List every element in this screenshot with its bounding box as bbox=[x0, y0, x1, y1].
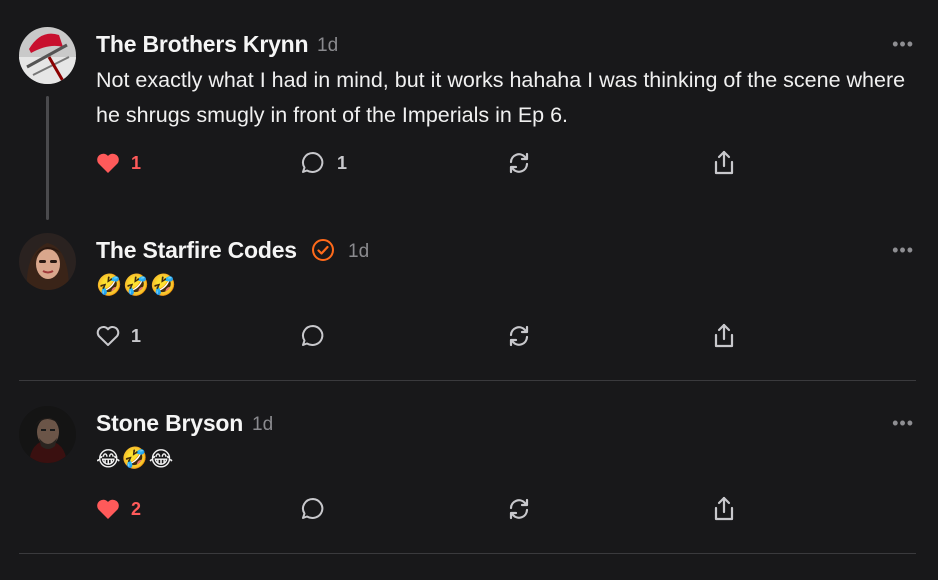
share-button[interactable] bbox=[711, 321, 737, 351]
like-count: 2 bbox=[131, 498, 142, 519]
comment-bubble-icon bbox=[302, 325, 324, 346]
timestamp[interactable]: 1d bbox=[348, 241, 369, 263]
more-options-button[interactable]: ••• bbox=[892, 35, 914, 53]
more-options-button[interactable]: ••• bbox=[892, 241, 914, 259]
red-helmet-avatar-icon bbox=[19, 27, 76, 84]
reply-button[interactable] bbox=[300, 321, 337, 351]
avatar[interactable] bbox=[19, 406, 76, 463]
restack-button[interactable] bbox=[506, 148, 532, 178]
author-name[interactable]: The Starfire Codes bbox=[96, 237, 297, 264]
author-name[interactable]: Stone Bryson bbox=[96, 410, 243, 437]
divider bbox=[19, 553, 916, 554]
comment-text: Not exactly what I had in mind, but it w… bbox=[96, 68, 906, 127]
share-button[interactable] bbox=[711, 148, 737, 178]
rofl-emoji: 🤣 bbox=[123, 274, 150, 297]
restack-icon bbox=[509, 325, 529, 347]
comment-bubble-icon bbox=[302, 152, 324, 173]
reply-button[interactable]: 1 bbox=[300, 148, 347, 178]
action-bar: 1 bbox=[0, 321, 938, 351]
rofl-emoji: 🤣 bbox=[96, 274, 123, 297]
action-bar: 2 bbox=[0, 494, 938, 524]
like-button[interactable]: 1 bbox=[96, 148, 141, 178]
share-icon bbox=[714, 323, 734, 348]
comment-text: 😂 🤣 😂 bbox=[96, 447, 173, 472]
avatar[interactable] bbox=[19, 27, 76, 84]
more-options-button[interactable]: ••• bbox=[892, 414, 914, 432]
author-name[interactable]: The Brothers Krynn bbox=[96, 31, 309, 58]
rofl-emoji: 🤣 bbox=[150, 274, 177, 297]
restack-button[interactable] bbox=[506, 321, 532, 351]
divider bbox=[19, 380, 916, 381]
comment-bubble-icon bbox=[302, 498, 324, 519]
timestamp[interactable]: 1d bbox=[252, 414, 273, 436]
like-button[interactable]: 1 bbox=[96, 321, 141, 351]
share-icon bbox=[714, 150, 734, 175]
like-count: 1 bbox=[131, 152, 142, 173]
reply-count: 1 bbox=[337, 152, 348, 173]
comment-feed: The Brothers Krynn 1d ••• Not exactly wh… bbox=[0, 0, 938, 580]
heart-filled-icon bbox=[97, 153, 119, 173]
avatar[interactable] bbox=[19, 233, 76, 290]
rofl-emoji: 🤣 bbox=[121, 447, 148, 470]
joy-emoji: 😂 bbox=[96, 448, 121, 471]
action-bar: 1 1 bbox=[0, 148, 938, 178]
share-icon bbox=[714, 496, 734, 521]
reply-button[interactable] bbox=[300, 494, 337, 524]
comment-text: 🤣 🤣 🤣 bbox=[96, 274, 176, 298]
verified-badge-icon bbox=[312, 239, 334, 261]
heart-filled-icon bbox=[97, 499, 119, 519]
heart-outline-icon bbox=[96, 325, 120, 346]
dark-portrait-avatar-icon bbox=[19, 406, 76, 463]
joy-emoji: 😂 bbox=[148, 448, 174, 471]
restack-icon bbox=[509, 152, 529, 174]
like-count: 1 bbox=[131, 325, 142, 346]
restack-button[interactable] bbox=[506, 494, 532, 524]
woman-portrait-avatar-icon bbox=[19, 233, 76, 290]
share-button[interactable] bbox=[711, 494, 737, 524]
restack-icon bbox=[509, 498, 529, 520]
like-button[interactable]: 2 bbox=[96, 494, 141, 524]
timestamp[interactable]: 1d bbox=[317, 35, 338, 57]
